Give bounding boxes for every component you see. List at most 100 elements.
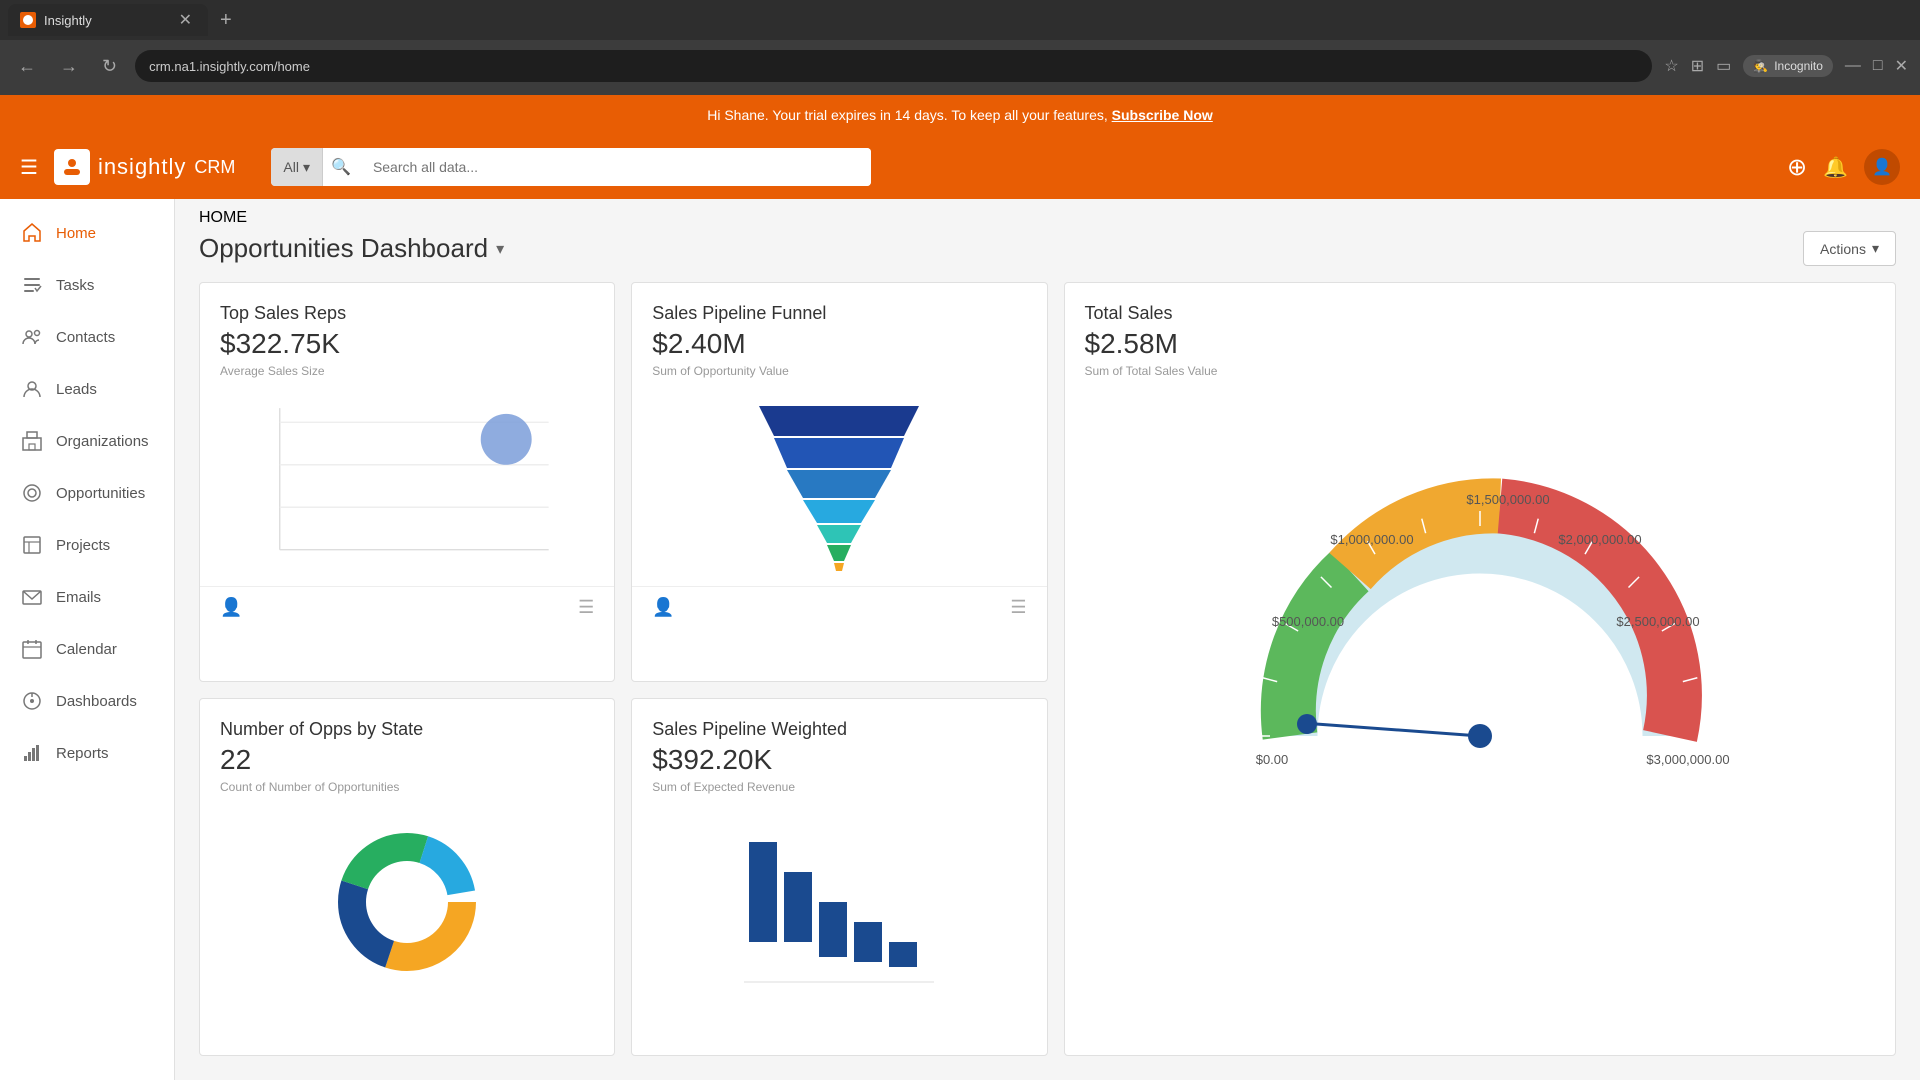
back-button[interactable]: ← [12, 52, 42, 81]
emails-icon [20, 585, 44, 609]
dashboard-grid: Top Sales Reps $322.75K Average Sales Si… [175, 278, 1920, 1080]
calendar-icon [20, 637, 44, 661]
top-sales-person-icon[interactable]: 👤 [220, 597, 242, 618]
sidebar-item-emails[interactable]: Emails [0, 571, 174, 623]
top-sales-list-icon[interactable]: ☰ [578, 597, 594, 618]
opportunities-icon [20, 481, 44, 505]
leads-icon [20, 377, 44, 401]
sidebar-item-home-label: Home [56, 225, 96, 242]
dashboards-icon [20, 689, 44, 713]
sales-weighted-subtitle: Sum of Expected Revenue [652, 780, 1026, 794]
sidebar-toggle-button[interactable]: ▭ [1716, 56, 1731, 76]
sales-pipeline-list-icon[interactable]: ☰ [1010, 597, 1026, 618]
active-tab[interactable]: Insightly ✕ [8, 4, 208, 36]
top-sales-body [200, 386, 614, 586]
page-header: Opportunities Dashboard ▾ Actions ▾ [175, 231, 1920, 278]
num-opps-title: Number of Opps by State [220, 719, 594, 740]
sales-pipeline-title: Sales Pipeline Funnel [652, 303, 1026, 324]
organizations-icon [20, 429, 44, 453]
sidebar-item-leads[interactable]: Leads [0, 363, 174, 415]
bookmark-button[interactable]: ☆ [1664, 56, 1678, 76]
sales-pipeline-person-icon[interactable]: 👤 [652, 597, 674, 618]
sales-pipeline-subtitle: Sum of Opportunity Value [652, 364, 1026, 378]
avatar-icon: 👤 [1872, 157, 1892, 177]
minimize-button[interactable]: — [1845, 57, 1861, 75]
address-text: crm.na1.insightly.com/home [149, 59, 310, 74]
forward-button[interactable]: → [54, 52, 84, 81]
svg-text:$3,000,000.00: $3,000,000.00 [1646, 752, 1729, 767]
trial-banner: Hi Shane. Your trial expires in 14 days.… [0, 95, 1920, 135]
close-window-button[interactable]: ✕ [1895, 56, 1908, 76]
browser-nav-right: ☆ ⊞ ▭ 🕵 Incognito — □ ✕ [1664, 55, 1908, 77]
sidebar-item-contacts-label: Contacts [56, 329, 115, 346]
tab-close-button[interactable]: ✕ [175, 8, 196, 32]
dashboard-dropdown-button[interactable]: ▾ [496, 239, 504, 259]
sidebar-item-organizations[interactable]: Organizations [0, 415, 174, 467]
num-opps-header: Number of Opps by State 22 Count of Numb… [200, 699, 614, 802]
svg-text:$1,500,000.00: $1,500,000.00 [1466, 492, 1549, 507]
sidebar-item-opportunities[interactable]: Opportunities [0, 467, 174, 519]
page-title: Opportunities Dashboard [199, 233, 488, 264]
svg-text:$0.00: $0.00 [1255, 752, 1288, 767]
svg-text:$1,000,000.00: $1,000,000.00 [1330, 532, 1413, 547]
incognito-icon: 🕵 [1753, 59, 1768, 73]
subscribe-link[interactable]: Subscribe Now [1112, 107, 1213, 123]
sidebar-item-tasks[interactable]: Tasks [0, 259, 174, 311]
search-bar: All ▾ 🔍 [271, 148, 871, 186]
sidebar-item-dashboards-label: Dashboards [56, 693, 137, 710]
actions-button[interactable]: Actions ▾ [1803, 231, 1896, 266]
top-sales-footer: 👤 ☰ [200, 586, 614, 628]
app-body: Home Tasks Contacts Leads Organizations [0, 199, 1920, 1080]
sales-pipeline-header: Sales Pipeline Funnel $2.40M Sum of Oppo… [632, 283, 1046, 386]
top-sales-chart [220, 394, 594, 578]
top-sales-header: Top Sales Reps $322.75K Average Sales Si… [200, 283, 614, 386]
total-sales-subtitle: Sum of Total Sales Value [1085, 364, 1876, 378]
waterfall-chart [739, 822, 939, 992]
sidebar-item-organizations-label: Organizations [56, 433, 149, 450]
sales-weighted-value: $392.20K [652, 744, 1026, 776]
incognito-button[interactable]: 🕵 Incognito [1743, 55, 1833, 77]
search-input[interactable] [359, 148, 871, 186]
reload-button[interactable]: ↻ [96, 52, 123, 81]
notifications-button[interactable]: 🔔 [1823, 155, 1848, 180]
trial-text: Hi Shane. Your trial expires in 14 days.… [707, 107, 1108, 123]
user-avatar[interactable]: 👤 [1864, 149, 1900, 185]
header-right: ⊕ 🔔 👤 [1787, 149, 1900, 185]
logo-crm-text: CRM [194, 157, 235, 178]
contacts-icon [20, 325, 44, 349]
sidebar-item-dashboards[interactable]: Dashboards [0, 675, 174, 727]
new-tab-button[interactable]: + [212, 9, 240, 32]
browser-nav: ← → ↻ crm.na1.insightly.com/home ☆ ⊞ ▭ 🕵… [0, 40, 1920, 92]
top-sales-value: $322.75K [220, 328, 594, 360]
tab-title: Insightly [44, 13, 167, 28]
svg-text:$2,500,000.00: $2,500,000.00 [1616, 614, 1699, 629]
sidebar-item-emails-label: Emails [56, 589, 101, 606]
search-icon: 🔍 [323, 157, 359, 177]
funnel-chart [739, 401, 939, 571]
address-bar[interactable]: crm.na1.insightly.com/home [135, 50, 1652, 82]
svg-text:$500,000.00: $500,000.00 [1272, 614, 1344, 629]
total-sales-body: $0.00 $500,000.00 $1,000,000.00 $1,500,0… [1065, 386, 1896, 886]
sales-weighted-body [632, 802, 1046, 1002]
tasks-icon [20, 273, 44, 297]
search-scope-dropdown[interactable]: All ▾ [271, 148, 323, 186]
sidebar-item-opportunities-label: Opportunities [56, 485, 145, 502]
donut-chart [327, 822, 487, 982]
search-scope-label: All [283, 159, 299, 175]
incognito-label: Incognito [1774, 59, 1823, 73]
num-opps-value: 22 [220, 744, 594, 776]
main-content: HOME Opportunities Dashboard ▾ Actions ▾… [175, 199, 1920, 1080]
sidebar-item-reports[interactable]: Reports [0, 727, 174, 779]
extensions-button[interactable]: ⊞ [1691, 56, 1704, 76]
sidebar-item-projects[interactable]: Projects [0, 519, 174, 571]
sidebar-item-contacts[interactable]: Contacts [0, 311, 174, 363]
sales-pipeline-footer: 👤 ☰ [632, 586, 1046, 628]
hamburger-menu[interactable]: ☰ [20, 155, 38, 180]
sidebar-item-reports-label: Reports [56, 745, 109, 762]
sidebar-item-home[interactable]: Home [0, 207, 174, 259]
maximize-button[interactable]: □ [1873, 57, 1883, 75]
add-button[interactable]: ⊕ [1787, 153, 1807, 182]
sidebar-item-projects-label: Projects [56, 537, 110, 554]
browser-chrome: Insightly ✕ + ← → ↻ crm.na1.insightly.co… [0, 0, 1920, 95]
sidebar-item-calendar[interactable]: Calendar [0, 623, 174, 675]
